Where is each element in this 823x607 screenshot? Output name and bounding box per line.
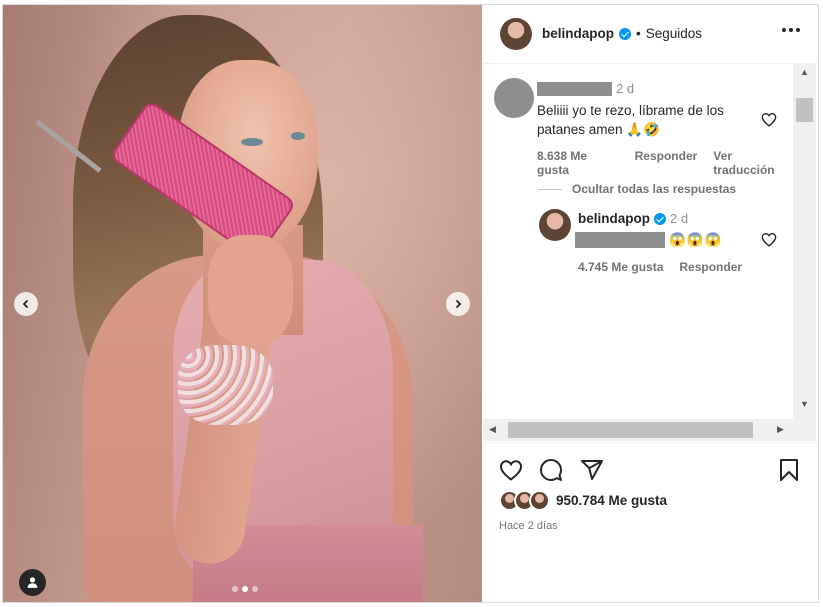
carousel-dot	[252, 586, 258, 592]
vertical-scrollbar[interactable]: ▲ ▼	[793, 64, 816, 419]
heart-icon[interactable]	[761, 112, 777, 127]
comment-text: Beliiii yo te rezo, líbrame de los patan…	[537, 101, 742, 139]
hide-replies-toggle[interactable]: Ocultar todas las respuestas	[538, 182, 736, 196]
photo-eye	[291, 132, 305, 140]
scroll-right-arrow-icon[interactable]: ▶	[777, 425, 784, 434]
carousel-next-button[interactable]	[446, 292, 470, 316]
header-user: belindapop • Seguidos	[542, 26, 702, 41]
user-icon	[27, 577, 38, 588]
avatar[interactable]	[494, 78, 534, 118]
following-button[interactable]: Seguidos	[646, 26, 702, 41]
reply-button[interactable]: Responder	[679, 260, 742, 274]
post-header: belindapop • Seguidos	[483, 5, 818, 64]
separator-dot: •	[636, 26, 641, 41]
emoji-praying-hands: 🙏	[626, 122, 644, 137]
chevron-left-icon	[22, 299, 29, 309]
chevron-right-icon	[455, 299, 462, 309]
reply-meta: 4.745 Me gusta Responder	[578, 260, 742, 274]
tagged-users-button[interactable]	[19, 569, 46, 596]
reply-text: 😱 😱 😱	[575, 230, 721, 249]
translate-button[interactable]: Ver traducción	[713, 149, 793, 177]
emoji-screaming: 😱	[686, 232, 704, 247]
photo-eye	[241, 138, 263, 146]
comment-meta: 8.638 Me gusta Responder Ver traducción	[537, 149, 793, 177]
carousel-dot-active	[242, 586, 248, 592]
post-timestamp: Hace 2 días	[499, 520, 558, 532]
divider-line	[538, 188, 562, 190]
reply-time: 2 d	[670, 211, 689, 226]
liker-avatar	[529, 490, 550, 511]
photo-hand	[208, 235, 293, 345]
likes-summary[interactable]: 950.784 Me gusta	[499, 490, 667, 511]
username-link[interactable]: belindapop	[542, 26, 614, 41]
reply-likes-count[interactable]: 4.745 Me gusta	[578, 260, 663, 274]
emoji-screaming: 😱	[704, 232, 722, 247]
verified-badge-icon	[619, 27, 631, 40]
redacted-mention	[575, 231, 665, 248]
comment-likes-count[interactable]: 8.638 Me gusta	[537, 149, 619, 177]
avatar[interactable]	[500, 18, 532, 50]
scroll-up-arrow-icon[interactable]: ▲	[800, 68, 809, 77]
comment-icon[interactable]	[539, 458, 563, 482]
scrollbar-thumb[interactable]	[508, 422, 753, 438]
comment-time: 2 d	[616, 81, 635, 96]
scrollbar-thumb[interactable]	[796, 98, 813, 122]
carousel-indicator	[232, 586, 258, 592]
comments-list[interactable]: 2 d Beliiii yo te rezo, líbrame de los p…	[483, 64, 793, 419]
verified-badge-icon	[654, 212, 666, 225]
scroll-down-arrow-icon[interactable]: ▼	[800, 400, 809, 409]
save-bookmark-icon[interactable]	[779, 458, 799, 482]
avatar[interactable]	[539, 209, 571, 241]
post-photo[interactable]	[3, 5, 482, 602]
like-heart-icon[interactable]	[499, 459, 523, 481]
share-send-icon[interactable]	[580, 458, 604, 482]
horizontal-scrollbar[interactable]: ◀ ▶	[483, 419, 793, 441]
likes-count[interactable]: 950.784 Me gusta	[556, 493, 667, 508]
carousel-prev-button[interactable]	[14, 292, 38, 316]
emoji-screaming: 😱	[669, 232, 686, 247]
post-side-panel: belindapop • Seguidos 2 d Beliiii yo te …	[483, 5, 818, 602]
scrollbar-corner	[793, 419, 816, 441]
reply-header: belindapop 2 d	[578, 211, 688, 226]
more-options-icon[interactable]	[782, 28, 800, 32]
reply-username[interactable]: belindapop	[578, 211, 650, 226]
redacted-username	[537, 81, 612, 96]
post-actions: 950.784 Me gusta Hace 2 días	[483, 442, 818, 603]
carousel-dot	[232, 586, 238, 592]
heart-icon[interactable]	[761, 232, 777, 247]
photo-bracelets	[178, 345, 273, 425]
scroll-left-arrow-icon[interactable]: ◀	[489, 425, 496, 434]
hide-replies-label: Ocultar todas las respuestas	[572, 182, 737, 196]
reply-button[interactable]: Responder	[635, 149, 698, 177]
emoji-rofl: 🤣	[643, 122, 660, 137]
comment-header: 2 d	[537, 81, 634, 96]
